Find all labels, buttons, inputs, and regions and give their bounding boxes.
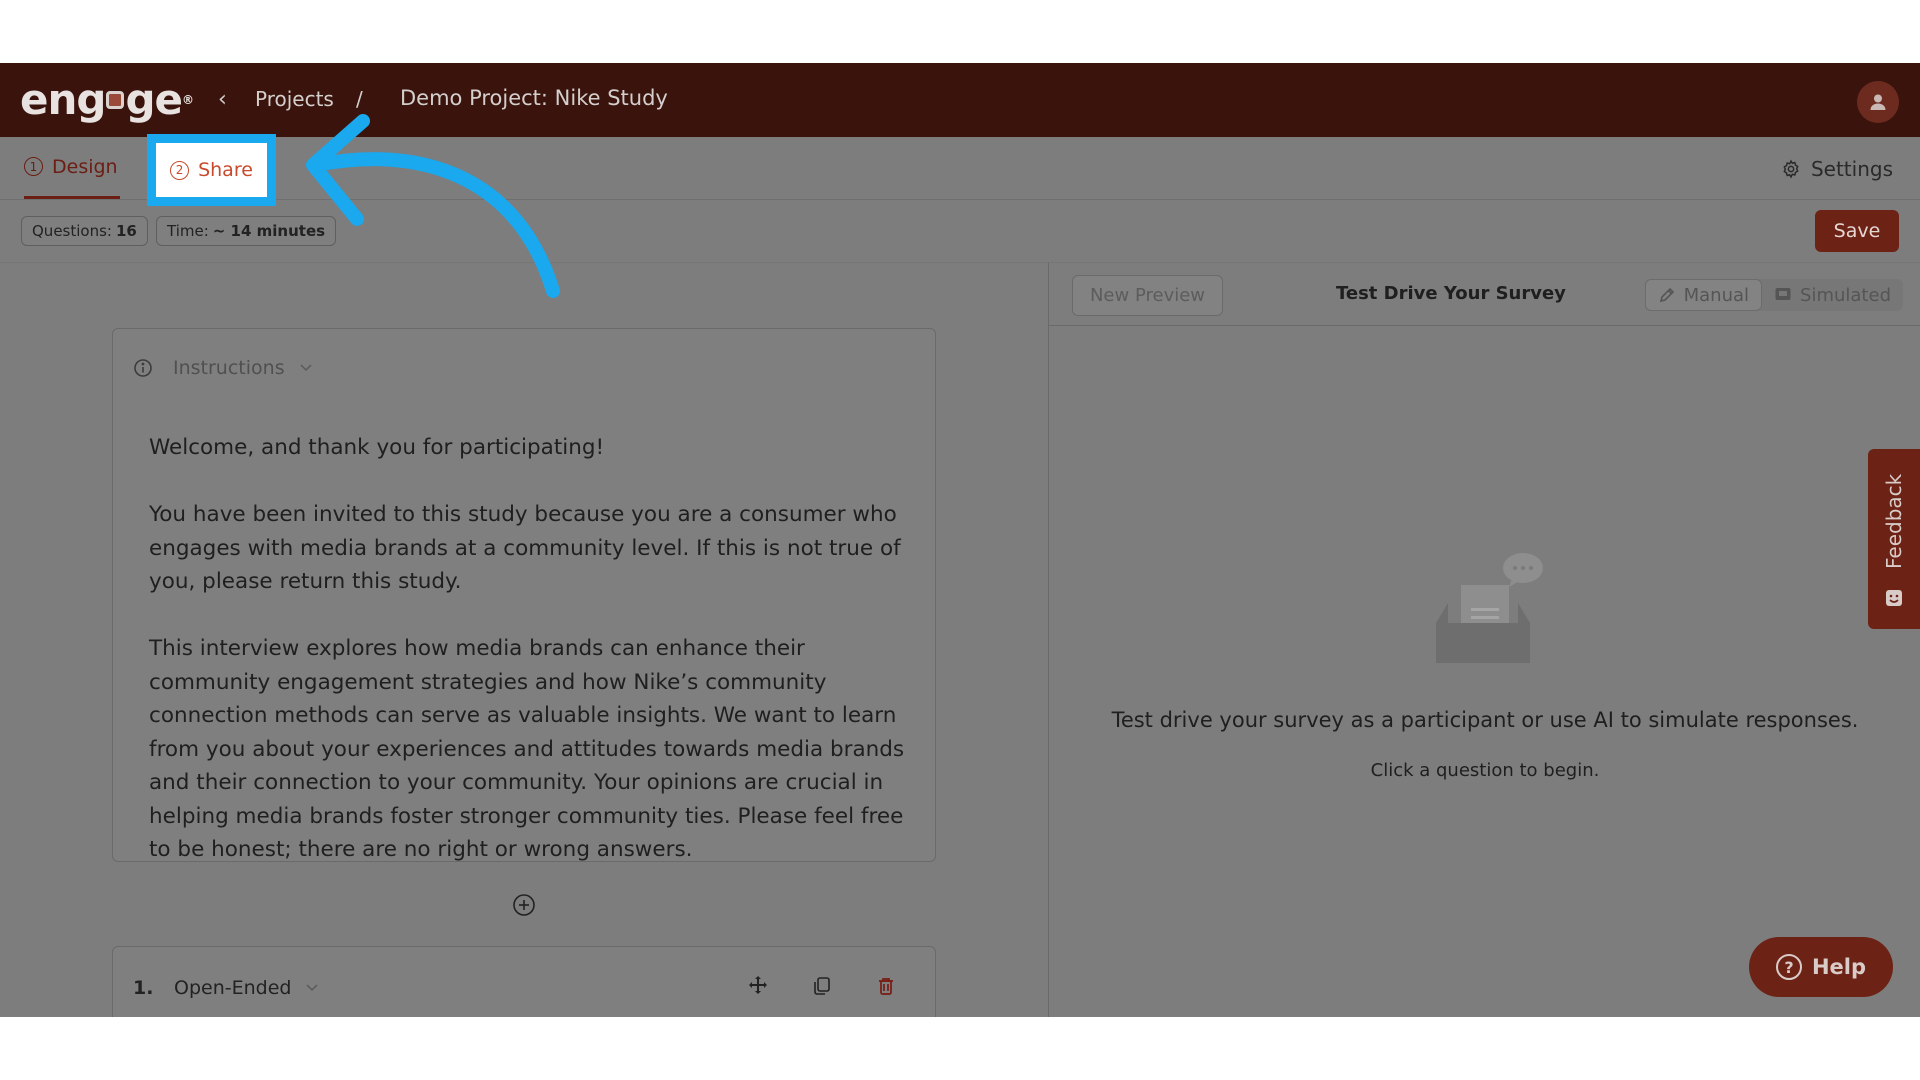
mode-manual-button[interactable]: Manual bbox=[1644, 279, 1763, 311]
chat-bubble-icon bbox=[1775, 288, 1791, 300]
instructions-card[interactable]: Instructions Welcome, and thank you for … bbox=[112, 328, 936, 862]
app-window: eng ge® ‹ Projects / Demo Project: Nike S… bbox=[0, 63, 1920, 1017]
smiley-icon bbox=[1886, 590, 1902, 606]
step-tabs: 1 Design Settings bbox=[0, 137, 1920, 200]
engage-logo[interactable]: eng ge® bbox=[20, 79, 194, 121]
empty-state-message: Test drive your survey as a participant … bbox=[1111, 708, 1859, 732]
preview-title: Test Drive Your Survey bbox=[1336, 283, 1566, 304]
empty-state-hint: Click a question to begin. bbox=[1370, 760, 1600, 781]
mode-manual-label: Manual bbox=[1683, 284, 1750, 306]
question-mark-icon: ? bbox=[1775, 954, 1802, 980]
tab-share[interactable]: 2 Share bbox=[147, 134, 276, 206]
chevron-down-icon bbox=[300, 364, 312, 372]
questions-count-label: Questions: bbox=[32, 222, 112, 240]
user-avatar-button[interactable] bbox=[1857, 81, 1899, 123]
feedback-tab[interactable]: Feedback bbox=[1868, 449, 1920, 629]
instructions-text[interactable]: Welcome, and thank you for participating… bbox=[149, 431, 919, 862]
instructions-label: Instructions bbox=[173, 357, 285, 379]
time-estimate-badge: Time: ~ 14 minutes bbox=[156, 216, 337, 246]
questions-count-value: 16 bbox=[115, 222, 137, 240]
breadcrumb-projects-link[interactable]: Projects bbox=[255, 87, 334, 111]
question-number: 1. bbox=[133, 977, 154, 999]
question-actions bbox=[747, 975, 897, 997]
step-number-badge: 1 bbox=[24, 157, 43, 176]
time-estimate-label: Time: bbox=[167, 222, 209, 240]
question-type-label: Open-Ended bbox=[174, 977, 292, 999]
move-icon[interactable] bbox=[747, 975, 769, 997]
question-type-select[interactable]: Open-Ended bbox=[174, 977, 319, 999]
help-button[interactable]: ? Help bbox=[1749, 937, 1893, 997]
survey-preview-panel: New Preview Test Drive Your Survey Manua… bbox=[1048, 262, 1920, 1017]
preview-mode-toggle: Manual Simulated bbox=[1644, 279, 1903, 311]
plus-circle-icon bbox=[513, 894, 535, 916]
add-question-button[interactable] bbox=[512, 893, 536, 921]
chevron-down-icon bbox=[306, 984, 318, 992]
user-icon bbox=[1870, 94, 1886, 110]
feedback-label: Feedback bbox=[1882, 473, 1906, 569]
top-navigation-bar: eng ge® ‹ Projects / Demo Project: Nike S… bbox=[0, 63, 1920, 137]
question-card[interactable]: 1. Open-Ended bbox=[112, 946, 936, 1017]
inbox-chat-icon bbox=[1436, 553, 1543, 663]
chevron-left-icon[interactable]: ‹ bbox=[218, 87, 227, 112]
tab-design-label: Design bbox=[52, 155, 118, 178]
mode-simulated-label: Simulated bbox=[1800, 284, 1891, 306]
settings-label: Settings bbox=[1810, 157, 1893, 181]
preview-header: New Preview Test Drive Your Survey Manua… bbox=[1049, 263, 1920, 326]
tab-share-label: Share bbox=[198, 159, 253, 181]
survey-stats-bar: Questions: 16 Time: ~ 14 minutes Save bbox=[0, 200, 1920, 262]
time-estimate-value: ~ 14 minutes bbox=[212, 222, 326, 240]
instructions-paragraph: You have been invited to this study beca… bbox=[149, 502, 901, 594]
gear-icon bbox=[1783, 159, 1799, 179]
instructions-header[interactable]: Instructions bbox=[133, 357, 313, 379]
step-number-badge: 2 bbox=[170, 160, 190, 180]
trash-icon[interactable] bbox=[875, 975, 897, 997]
pencil-icon bbox=[1659, 287, 1674, 303]
logo-mark-icon bbox=[106, 90, 125, 109]
instructions-paragraph: This interview explores how media brands… bbox=[149, 636, 905, 862]
mode-simulated-button[interactable]: Simulated bbox=[1762, 279, 1903, 311]
survey-design-panel: Instructions Welcome, and thank you for … bbox=[0, 262, 1048, 1017]
project-title: Demo Project: Nike Study bbox=[400, 86, 668, 110]
new-preview-button[interactable]: New Preview bbox=[1072, 275, 1223, 316]
questions-count-badge: Questions: 16 bbox=[21, 216, 148, 246]
save-button[interactable]: Save bbox=[1815, 210, 1899, 252]
help-label: Help bbox=[1811, 955, 1867, 979]
info-icon bbox=[134, 359, 152, 377]
instructions-paragraph: Welcome, and thank you for participating… bbox=[149, 435, 605, 460]
breadcrumb-separator: / bbox=[356, 87, 363, 111]
tab-design[interactable]: 1 Design bbox=[24, 137, 120, 199]
empty-inbox-illustration bbox=[1434, 553, 1544, 682]
settings-button[interactable]: Settings bbox=[1781, 157, 1893, 181]
copy-icon[interactable] bbox=[811, 975, 833, 997]
